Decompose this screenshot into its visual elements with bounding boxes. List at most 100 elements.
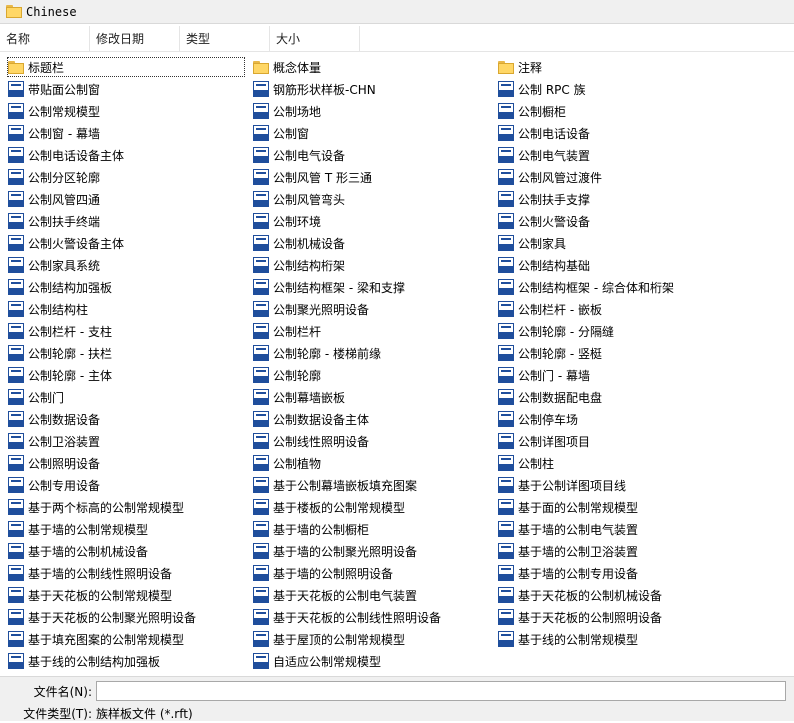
rft-file-icon	[498, 257, 514, 273]
folder-item[interactable]: 注释	[496, 56, 741, 78]
file-item[interactable]: 基于天花板的公制电气装置	[251, 584, 496, 606]
file-item[interactable]: 基于天花板的公制机械设备	[496, 584, 741, 606]
file-item[interactable]: 钢筋形状样板-CHN	[251, 78, 496, 100]
file-item[interactable]: 公制栏杆 - 嵌板	[496, 298, 741, 320]
file-item[interactable]: 公制风管弯头	[251, 188, 496, 210]
file-item[interactable]: 公制幕墙嵌板	[251, 386, 496, 408]
file-item[interactable]: 基于公制详图项目线	[496, 474, 741, 496]
header-name[interactable]: 名称	[0, 25, 90, 52]
rft-file-icon	[498, 147, 514, 163]
file-item[interactable]: 公制橱柜	[496, 100, 741, 122]
file-item[interactable]: 公制环境	[251, 210, 496, 232]
file-item[interactable]: 公制家具系统	[6, 254, 251, 276]
file-item[interactable]: 公制栏杆	[251, 320, 496, 342]
file-item[interactable]: 公制线性照明设备	[251, 430, 496, 452]
file-item[interactable]: 基于墙的公制机械设备	[6, 540, 251, 562]
file-item[interactable]: 公制轮廓 - 主体	[6, 364, 251, 386]
file-item[interactable]: 基于墙的公制照明设备	[251, 562, 496, 584]
file-item[interactable]: 公制植物	[251, 452, 496, 474]
file-item[interactable]: 公制家具	[496, 232, 741, 254]
file-name: 公制轮廓	[273, 368, 322, 383]
file-item[interactable]: 公制火警设备	[496, 210, 741, 232]
file-item[interactable]: 公制栏杆 - 支柱	[6, 320, 251, 342]
file-item[interactable]: 公制聚光照明设备	[251, 298, 496, 320]
file-item[interactable]: 自适应公制常规模型	[251, 650, 496, 672]
file-item[interactable]: 公制停车场	[496, 408, 741, 430]
folder-icon	[8, 60, 24, 74]
file-item[interactable]: 基于两个标高的公制常规模型	[6, 496, 251, 518]
file-item[interactable]: 基于填充图案的公制常规模型	[6, 628, 251, 650]
file-item[interactable]: 基于墙的公制聚光照明设备	[251, 540, 496, 562]
file-item[interactable]: 基于天花板的公制照明设备	[496, 606, 741, 628]
file-item[interactable]: 公制照明设备	[6, 452, 251, 474]
file-item[interactable]: 基于墙的公制专用设备	[496, 562, 741, 584]
file-item[interactable]: 公制数据配电盘	[496, 386, 741, 408]
file-item[interactable]: 公制 RPC 族	[496, 78, 741, 100]
header-type[interactable]: 类型	[180, 25, 270, 52]
file-item[interactable]: 公制数据设备	[6, 408, 251, 430]
file-item[interactable]: 公制结构加强板	[6, 276, 251, 298]
file-item[interactable]: 公制结构柱	[6, 298, 251, 320]
file-item[interactable]: 基于墙的公制线性照明设备	[6, 562, 251, 584]
file-name: 公制火警设备主体	[28, 236, 125, 251]
file-item[interactable]: 基于墙的公制橱柜	[251, 518, 496, 540]
file-item[interactable]: 基于天花板的公制线性照明设备	[251, 606, 496, 628]
file-item[interactable]: 公制火警设备主体	[6, 232, 251, 254]
file-item[interactable]: 基于天花板的公制常规模型	[6, 584, 251, 606]
rft-file-icon	[498, 103, 514, 119]
file-item[interactable]: 基于墙的公制卫浴装置	[496, 540, 741, 562]
rft-file-icon	[498, 543, 514, 559]
rft-file-icon	[253, 103, 269, 119]
file-item[interactable]: 公制场地	[251, 100, 496, 122]
file-item[interactable]: 基于墙的公制电气装置	[496, 518, 741, 540]
file-item[interactable]: 公制轮廓 - 竖梃	[496, 342, 741, 364]
file-item[interactable]: 公制扶手终端	[6, 210, 251, 232]
file-item[interactable]: 基于楼板的公制常规模型	[251, 496, 496, 518]
filetype-select[interactable]: 族样板文件 (*.rft)	[96, 705, 193, 722]
file-name: 公制机械设备	[273, 236, 346, 251]
file-item[interactable]: 公制电气装置	[496, 144, 741, 166]
file-item[interactable]: 基于墙的公制常规模型	[6, 518, 251, 540]
header-size[interactable]: 大小	[270, 25, 360, 52]
file-item[interactable]: 公制数据设备主体	[251, 408, 496, 430]
file-item[interactable]: 公制结构框架 - 梁和支撑	[251, 276, 496, 298]
file-item[interactable]: 公制结构框架 - 综合体和桁架	[496, 276, 741, 298]
file-item[interactable]: 公制窗 - 幕墙	[6, 122, 251, 144]
file-item[interactable]: 基于面的公制常规模型	[496, 496, 741, 518]
file-item[interactable]: 公制轮廓	[251, 364, 496, 386]
file-item[interactable]: 公制电话设备	[496, 122, 741, 144]
current-folder-name: Chinese	[26, 4, 77, 19]
file-item[interactable]: 带贴面公制窗	[6, 78, 251, 100]
file-item[interactable]: 公制轮廓 - 楼梯前缘	[251, 342, 496, 364]
file-item[interactable]: 公制卫浴装置	[6, 430, 251, 452]
file-item[interactable]: 基于屋顶的公制常规模型	[251, 628, 496, 650]
file-item[interactable]: 公制风管 T 形三通	[251, 166, 496, 188]
file-item[interactable]: 基于天花板的公制聚光照明设备	[6, 606, 251, 628]
file-item[interactable]: 基于线的公制结构加强板	[6, 650, 251, 672]
file-item[interactable]: 公制风管过渡件	[496, 166, 741, 188]
file-item[interactable]: 公制结构桁架	[251, 254, 496, 276]
file-item[interactable]: 公制机械设备	[251, 232, 496, 254]
file-item[interactable]: 公制常规模型	[6, 100, 251, 122]
file-name: 公制火警设备	[518, 214, 591, 229]
file-item[interactable]: 基于公制幕墙嵌板填充图案	[251, 474, 496, 496]
file-item[interactable]: 公制电气设备	[251, 144, 496, 166]
filename-input[interactable]	[96, 681, 786, 701]
file-item[interactable]: 公制门	[6, 386, 251, 408]
file-item[interactable]: 公制柱	[496, 452, 741, 474]
file-item[interactable]: 公制门 - 幕墙	[496, 364, 741, 386]
file-item[interactable]: 公制扶手支撑	[496, 188, 741, 210]
file-item[interactable]: 公制窗	[251, 122, 496, 144]
file-item[interactable]: 公制分区轮廓	[6, 166, 251, 188]
file-item[interactable]: 基于线的公制常规模型	[496, 628, 741, 650]
folder-item[interactable]: 标题栏	[6, 56, 246, 78]
folder-item[interactable]: 概念体量	[251, 56, 496, 78]
file-item[interactable]: 公制专用设备	[6, 474, 251, 496]
header-modified-date[interactable]: 修改日期	[90, 25, 180, 52]
file-item[interactable]: 公制结构基础	[496, 254, 741, 276]
file-item[interactable]: 公制风管四通	[6, 188, 251, 210]
file-item[interactable]: 公制轮廓 - 扶栏	[6, 342, 251, 364]
file-item[interactable]: 公制电话设备主体	[6, 144, 251, 166]
file-item[interactable]: 公制轮廓 - 分隔缝	[496, 320, 741, 342]
file-item[interactable]: 公制详图项目	[496, 430, 741, 452]
